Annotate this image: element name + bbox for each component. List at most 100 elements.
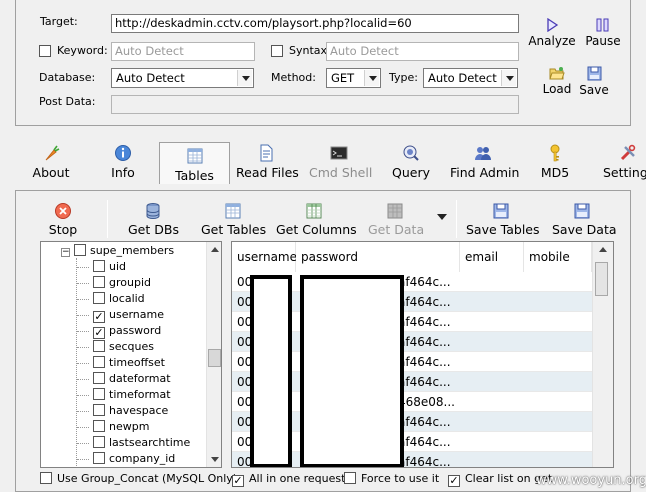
tree-column-item[interactable]: lastsearchtime <box>77 436 190 452</box>
column-tree[interactable]: − supe_members uid groupid localid username p… <box>40 241 222 468</box>
column-checkbox[interactable] <box>93 292 105 304</box>
keyword-checkbox[interactable] <box>39 45 51 57</box>
tab-cmd-shell[interactable]: Cmd Shell <box>309 144 372 180</box>
column-checkbox[interactable] <box>93 260 105 272</box>
scroll-up-icon[interactable] <box>599 247 607 252</box>
type-select[interactable]: Auto Detect <box>423 68 518 88</box>
column-checkbox[interactable] <box>93 372 105 384</box>
force-checkbox[interactable] <box>344 472 356 484</box>
column-checkbox[interactable] <box>93 436 105 448</box>
tree-column-item[interactable]: timeoffset <box>77 356 165 372</box>
column-header-password[interactable]: password <box>296 242 460 272</box>
get-data-button[interactable]: Get Data <box>368 202 424 237</box>
cell-password: af464c... <box>398 355 451 369</box>
tree-column-item[interactable]: dateformat <box>77 372 171 388</box>
group-concat-checkbox[interactable] <box>40 472 52 484</box>
column-checkbox[interactable] <box>93 311 105 323</box>
get-columns-button[interactable]: Get Columns <box>276 202 357 237</box>
keyword-input[interactable]: Auto Detect <box>111 42 255 61</box>
tree-column-item[interactable]: username <box>77 308 164 324</box>
tab-tables[interactable]: Tables <box>159 142 230 184</box>
column-checkbox[interactable] <box>93 276 105 288</box>
tab-info-label: Info <box>111 165 135 180</box>
column-checkbox[interactable] <box>93 420 105 432</box>
tab-read-files[interactable]: Read Files <box>236 144 299 180</box>
tree-column-item[interactable]: timeformat <box>77 388 171 404</box>
column-name: newpm <box>109 420 150 433</box>
database-select[interactable]: Auto Detect <box>111 68 254 88</box>
stop-button[interactable]: Stop <box>48 202 78 237</box>
users-icon <box>475 147 491 160</box>
tab-info[interactable]: Info <box>108 144 138 180</box>
info-icon <box>115 145 131 161</box>
analyze-button[interactable]: Analyze <box>528 18 576 48</box>
group-concat-option[interactable]: Use Group_Concat (MySQL Only) <box>40 472 237 485</box>
collapse-icon[interactable]: − <box>61 248 70 257</box>
tree-scroll-thumb[interactable] <box>208 349 221 367</box>
get-dbs-button[interactable]: Get DBs <box>128 202 179 237</box>
terminal-icon <box>330 146 348 160</box>
tab-md5[interactable]: MD5 <box>540 144 570 180</box>
column-checkbox[interactable] <box>93 404 105 416</box>
type-select-value: Auto Detect <box>428 71 497 85</box>
table-checkbox[interactable] <box>74 244 86 256</box>
cell-password: af464c... <box>398 275 451 289</box>
column-checkbox[interactable] <box>93 388 105 400</box>
tree-branch-line <box>77 283 89 284</box>
tree-column-item[interactable]: password <box>77 324 161 340</box>
tree-column-item[interactable]: groupid <box>77 276 151 292</box>
syntax-checkbox[interactable] <box>271 45 283 57</box>
load-label: Load <box>542 82 572 96</box>
column-checkbox[interactable] <box>93 452 105 464</box>
column-checkbox[interactable] <box>93 340 105 352</box>
pause-button[interactable]: Pause <box>582 18 624 48</box>
tab-query[interactable]: Query <box>392 144 430 180</box>
force-option[interactable]: Force to use it <box>344 472 439 485</box>
column-name: timeformat <box>109 388 171 401</box>
all-in-one-checkbox[interactable] <box>232 475 244 487</box>
tree-column-item[interactable]: localid <box>77 292 145 308</box>
method-select[interactable]: GET <box>326 68 381 88</box>
column-header-username[interactable]: username <box>232 242 297 272</box>
data-grid[interactable]: username password email mobile 00 af464c.… <box>231 241 614 468</box>
load-button[interactable]: Load <box>538 66 576 96</box>
all-in-one-option[interactable]: All in one request. <box>232 472 349 487</box>
column-header-mobile[interactable]: mobile <box>524 242 592 272</box>
postdata-input[interactable] <box>111 95 519 114</box>
tab-settings[interactable]: Settings <box>603 144 646 180</box>
scroll-down-icon[interactable] <box>211 457 219 462</box>
cell-password: 468e08... <box>398 395 455 409</box>
column-name: secques <box>109 340 154 353</box>
tree-branch-line <box>77 331 89 332</box>
column-name: localid <box>109 292 145 305</box>
grid-scrollbar[interactable] <box>592 242 613 467</box>
redaction-box <box>300 275 404 467</box>
tree-column-item[interactable]: secques <box>77 340 154 356</box>
tree-scrollbar[interactable] <box>206 242 221 467</box>
get-tables-button[interactable]: Get Tables <box>201 202 266 237</box>
column-checkbox[interactable] <box>93 327 105 339</box>
tree-column-item[interactable]: uid <box>77 260 126 276</box>
tree-table-node[interactable]: − supe_members <box>61 244 174 260</box>
tab-about[interactable]: About <box>30 144 72 180</box>
syntax-input[interactable]: Auto Detect <box>326 42 519 61</box>
chevron-down-icon[interactable] <box>437 214 447 220</box>
target-url-input[interactable]: http://deskadmin.cctv.com/playsort.php?l… <box>111 14 519 33</box>
tree-column-item[interactable]: havespace <box>77 404 168 420</box>
grid-scroll-thumb[interactable] <box>595 262 608 296</box>
column-header-email[interactable]: email <box>460 242 524 272</box>
columns-icon <box>306 203 322 219</box>
tree-column-item[interactable]: company_id <box>77 452 175 467</box>
column-checkbox[interactable] <box>93 356 105 368</box>
tree-branch-line <box>77 347 89 348</box>
column-name: username <box>109 308 164 321</box>
method-label: Method: <box>271 71 316 84</box>
clear-list-checkbox[interactable] <box>448 475 460 487</box>
save-data-button[interactable]: Save Data <box>552 202 617 237</box>
tree-column-item[interactable]: newpm <box>77 420 150 436</box>
save-tables-button[interactable]: Save Tables <box>466 202 540 237</box>
column-name: timeoffset <box>109 356 165 369</box>
tab-find-admin[interactable]: Find Admin <box>450 144 519 180</box>
save-button[interactable]: Save <box>578 66 610 97</box>
scroll-up-icon[interactable] <box>211 247 219 252</box>
